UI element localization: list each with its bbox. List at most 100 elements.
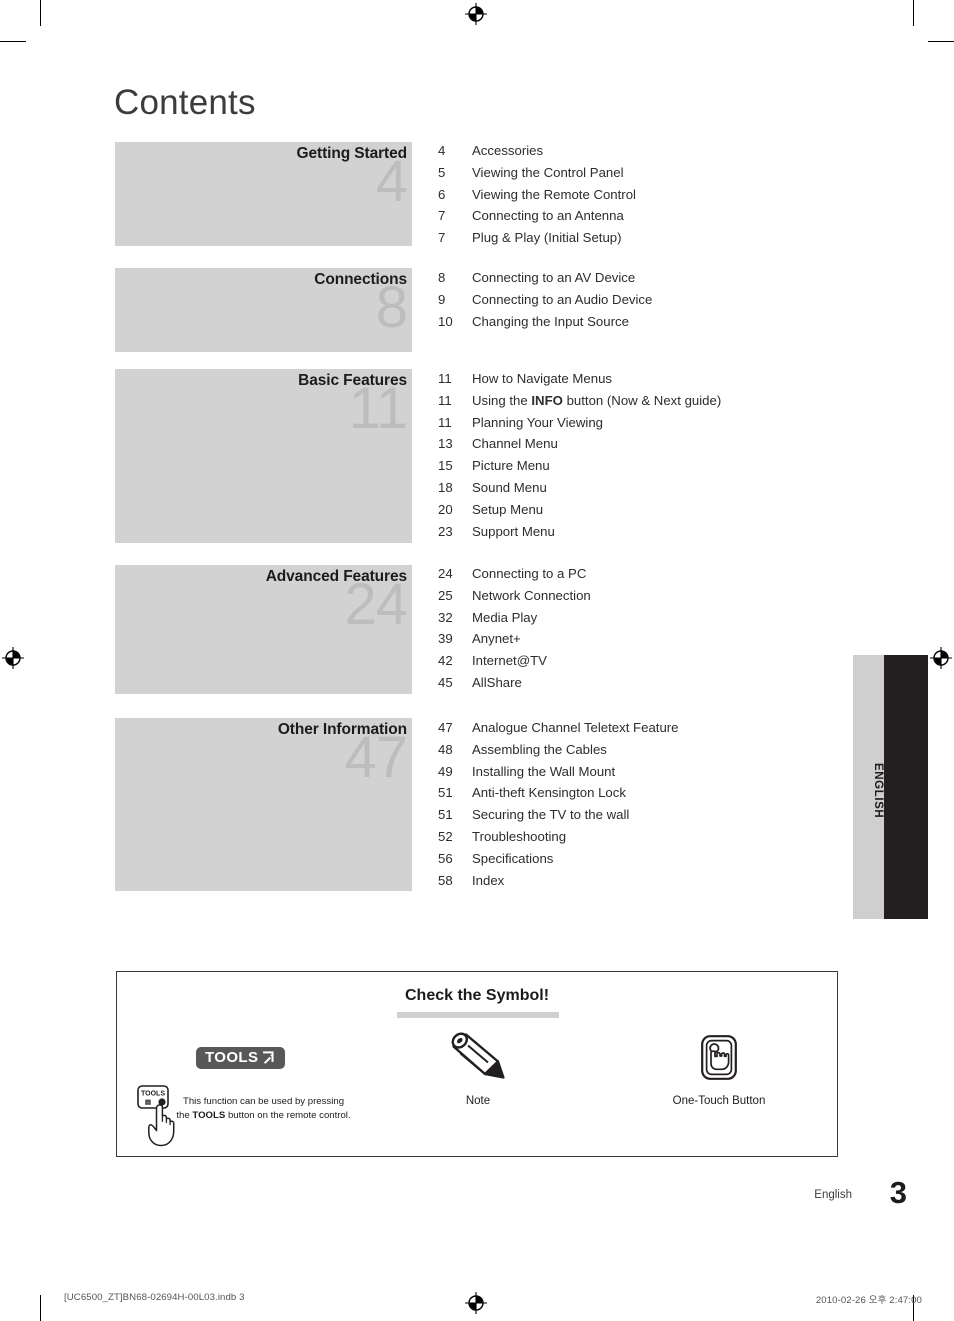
toc-entry[interactable]: 24 Connecting to a PC [438, 566, 858, 588]
toc-entry[interactable]: 58 Index [438, 873, 858, 895]
toc-entry[interactable]: 52 Troubleshooting [438, 829, 858, 851]
toc-entry[interactable]: 7 Plug & Play (Initial Setup) [438, 230, 858, 252]
toc-entry-label: Connecting to an AV Device [472, 270, 636, 285]
toc-entry[interactable]: 11 Planning Your Viewing [438, 415, 858, 437]
toc-entry-label: Media Play [472, 609, 538, 625]
toc-entry-page: 48 [438, 741, 453, 757]
toc-entry-label: Connecting to an Audio Device [472, 291, 653, 307]
toc-entry-page: 49 [438, 763, 453, 779]
toc-entry-page: 56 [438, 850, 453, 866]
footer-page-number: 3 [889, 1175, 907, 1210]
toc-entry-label: Using the INFO button (Now & Next guide) [472, 392, 722, 408]
section-start-page-number: 8 [375, 275, 408, 340]
print-footer-filename: [UC6500_ZT]BN68-02694H-00L03.indb 3 [64, 1292, 245, 1303]
toc-entry-label: Assembling the Cables [472, 741, 607, 757]
toc-entry[interactable]: 15 Picture Menu [438, 458, 858, 480]
footer-language-label: English [814, 1189, 852, 1201]
toc-entry[interactable]: 20 Setup Menu [438, 502, 858, 524]
toc-entry-label: Network Connection [472, 587, 591, 603]
registration-mark-left [2, 647, 24, 669]
toc-entry[interactable]: 9 Connecting to an Audio Device [438, 292, 858, 314]
toc-entry[interactable]: 4 Accessories [438, 143, 858, 165]
toc-entry[interactable]: 6 Viewing the Remote Control [438, 187, 858, 209]
toc-entry[interactable]: 39 Anynet+ [438, 631, 858, 653]
toc-entry-label: Specifications [472, 850, 554, 866]
section-item-list: 8 Connecting to an AV Device 9 Connectin… [438, 270, 858, 335]
section-item-list: 11 How to Navigate Menus 11 Using the IN… [438, 371, 858, 545]
toc-entry-label: Plug & Play (Initial Setup) [472, 230, 622, 246]
language-side-tab: ENGLISH [853, 655, 928, 919]
toc-entry-label: Planning Your Viewing [472, 414, 604, 430]
toc-entry[interactable]: 47 Analogue Channel Teletext Feature [438, 720, 858, 742]
section-item-list: 47 Analogue Channel Teletext Feature 48 … [438, 720, 858, 894]
section-block: Basic Features 11 [115, 369, 412, 543]
toc-entry[interactable]: 11 How to Navigate Menus [438, 371, 858, 393]
toc-entry-label: Troubleshooting [472, 828, 567, 844]
section-start-page-number: 11 [348, 376, 408, 441]
toc-entry[interactable]: 5 Viewing the Control Panel [438, 165, 858, 187]
section-start-page-number: 4 [375, 149, 408, 214]
toc-entry-label: Index [472, 872, 505, 888]
toc-entry-label: Viewing the Control Panel [472, 164, 624, 180]
toc-entry-page: 51 [438, 807, 453, 823]
toc-entry[interactable]: 7 Connecting to an Antenna [438, 208, 858, 230]
toc-entry-page: 8 [438, 270, 446, 285]
toc-entry-label: Installing the Wall Mount [472, 763, 616, 779]
toc-entry-label: How to Navigate Menus [472, 371, 613, 386]
toc-entry[interactable]: 25 Network Connection [438, 588, 858, 610]
toc-entry[interactable]: 48 Assembling the Cables [438, 742, 858, 764]
toc-entry-page: 39 [438, 631, 453, 647]
toc-entry-page: 15 [438, 458, 453, 474]
toc-entry-label: Viewing the Remote Control [472, 186, 636, 202]
section-block: Getting Started 4 [115, 142, 412, 246]
toc-entry[interactable]: 10 Changing the Input Source [438, 314, 858, 336]
toc-entry-page: 7 [438, 230, 446, 246]
toc-entry-label: Picture Menu [472, 458, 550, 474]
toc-entry-page: 45 [438, 674, 453, 690]
toc-entry[interactable]: 13 Channel Menu [438, 436, 858, 458]
toc-entry-page: 4 [438, 143, 446, 158]
toc-entry[interactable]: 42 Internet@TV [438, 653, 858, 675]
toc-entry[interactable]: 51 Securing the TV to the wall [438, 807, 858, 829]
svg-text:▤: ▤ [145, 1099, 152, 1106]
toc-entry[interactable]: 49 Installing the Wall Mount [438, 764, 858, 786]
toc-entry-page: 10 [438, 313, 453, 329]
registration-mark-right [930, 647, 952, 669]
toc-entry[interactable]: 18 Sound Menu [438, 480, 858, 502]
tools-caption: This function can be used by pressing th… [176, 1096, 351, 1121]
toc-entry-page: 24 [438, 566, 453, 581]
crop-mark-bottom-left-vertical [40, 1295, 42, 1321]
toc-entry[interactable]: 51 Anti-theft Kensington Lock [438, 785, 858, 807]
toc-entry-page: 23 [438, 523, 453, 539]
toc-entry-label: Connecting to a PC [472, 566, 587, 581]
toc-entry-page: 13 [438, 436, 453, 452]
symbol-box-title-underline [397, 1012, 559, 1018]
toc-entry-page: 6 [438, 186, 446, 202]
section-block: Other Information 47 [115, 718, 412, 891]
toc-entry-page: 9 [438, 291, 446, 307]
crop-mark-top-left-horizontal [0, 41, 26, 43]
section-item-list: 24 Connecting to a PC 25 Network Connect… [438, 566, 858, 697]
toc-entry[interactable]: 32 Media Play [438, 610, 858, 632]
toc-entry[interactable]: 23 Support Menu [438, 524, 858, 546]
toc-entry-label: Anti-theft Kensington Lock [472, 785, 626, 801]
crop-mark-top-right-horizontal [928, 41, 954, 43]
toc-entry-page: 20 [438, 501, 453, 517]
crop-mark-top-right-vertical [913, 0, 915, 26]
toc-entry-page: 47 [438, 720, 453, 735]
registration-mark-bottom [465, 1292, 487, 1314]
svg-text:TOOLS: TOOLS [141, 1091, 165, 1098]
page-title: Contents [114, 83, 256, 122]
toc-entry[interactable]: 11 Using the INFO button (Now & Next gui… [438, 393, 858, 415]
section-start-page-number: 24 [344, 572, 408, 637]
side-tab-dark-band [884, 655, 928, 919]
toc-entry[interactable]: 45 AllShare [438, 675, 858, 697]
toc-entry-page: 11 [438, 414, 452, 430]
toc-entry-page: 58 [438, 872, 453, 888]
section-item-list: 4 Accessories 5 Viewing the Control Pane… [438, 143, 858, 252]
toc-entry-page: 5 [438, 164, 446, 180]
toc-entry-label: Anynet+ [472, 631, 521, 647]
toc-entry[interactable]: 56 Specifications [438, 851, 858, 873]
toc-entry[interactable]: 8 Connecting to an AV Device [438, 270, 858, 292]
section-block: Advanced Features 24 [115, 565, 412, 694]
